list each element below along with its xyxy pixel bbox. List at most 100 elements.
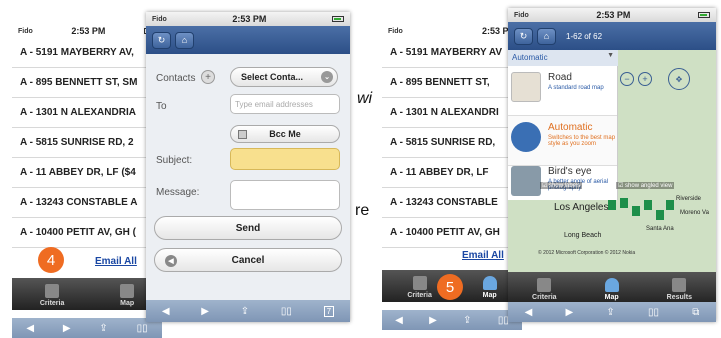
tab-criteria[interactable]: Criteria (532, 278, 557, 301)
clock: 2:53 PM (71, 26, 106, 36)
map-marker-icon (644, 200, 652, 210)
map-label-los-angeles: Los Angeles (554, 202, 609, 213)
back-icon[interactable]: ◀ (162, 306, 170, 317)
nav-bar: ↻ ⌂ (146, 26, 350, 54)
battery-icon (331, 16, 344, 22)
list-item[interactable]: A - 895 BENNETT ST, SM (12, 68, 162, 98)
list-item[interactable]: A - 5191 MAYBERRY AV (382, 38, 522, 68)
back-circle-icon: ◀ (165, 255, 177, 267)
bookmarks-icon[interactable]: ▯▯ (137, 323, 148, 334)
home-button[interactable]: ⌂ (537, 27, 556, 45)
list-item[interactable]: A - 895 BENNETT ST, (382, 68, 522, 98)
forward-icon[interactable]: ▶ (429, 315, 437, 326)
browser-toolbar: ◀ ▶ ⇪ ▯▯ (12, 318, 162, 338)
zoom-in-icon[interactable]: + (638, 72, 652, 86)
tabs-icon[interactable]: ⧉ (692, 307, 699, 318)
tab-map[interactable]: Map (604, 278, 619, 301)
cancel-button[interactable]: ◀ Cancel (154, 248, 342, 272)
forward-icon[interactable]: ▶ (566, 307, 574, 318)
forward-icon[interactable]: ▶ (201, 306, 209, 317)
list-item[interactable]: A - 5191 MAYBERRY AV, (12, 38, 162, 68)
birds-eye-icon (511, 166, 541, 196)
map-option-birds-eye[interactable]: Bird's eye A better angle of aerial phot… (508, 160, 617, 200)
bookmarks-icon[interactable]: ▯▯ (281, 306, 292, 317)
refresh-button[interactable]: ↻ (152, 31, 171, 49)
forward-icon[interactable]: ▶ (63, 323, 71, 334)
list-item[interactable]: A - 11 ABBEY DR, LF ($4 (12, 158, 162, 188)
share-icon[interactable]: ⇪ (463, 315, 471, 326)
step-badge: 5 (437, 274, 463, 300)
zoom-out-icon[interactable]: − (620, 72, 634, 86)
back-icon[interactable]: ◀ (525, 307, 533, 318)
battery-icon (697, 12, 710, 18)
map-marker-icon (608, 200, 616, 210)
criteria-icon (537, 278, 552, 292)
back-icon[interactable]: ◀ (26, 323, 34, 334)
share-icon[interactable]: ⇪ (241, 306, 249, 317)
select-contacts-dropdown[interactable]: Select Conta... ⌄ (230, 67, 338, 87)
list-item[interactable]: A - 10400 PETIT AV, GH (382, 218, 522, 248)
criteria-icon (45, 284, 60, 298)
tab-map[interactable]: Map (482, 276, 497, 299)
chevron-down-icon: ▼ (607, 52, 614, 59)
status-bar: Fido 2:53 PM (382, 24, 522, 38)
to-input[interactable]: Type email addresses (230, 94, 340, 114)
share-icon[interactable]: ⇪ (99, 323, 107, 334)
map-label-moreno: Moreno Va (680, 210, 709, 216)
step-badge: 4 (38, 247, 64, 273)
partial-text-re: re (355, 202, 370, 219)
status-bar: Fido 2:53 PM (508, 8, 716, 22)
message-input[interactable] (230, 180, 340, 210)
list-item[interactable]: A - 5815 SUNRISE RD, 2 (12, 128, 162, 158)
pan-control-icon[interactable]: ✥ (668, 68, 690, 90)
list-item[interactable]: A - 1301 N ALEXANDRIA (12, 98, 162, 128)
result-count: 1-62 of 62 (566, 31, 603, 41)
bcc-me-toggle[interactable]: Bcc Me (230, 125, 340, 143)
status-bar: Fido 2:53 PM (146, 12, 350, 26)
map-option-road[interactable]: Road A standard road map (508, 66, 617, 116)
partial-text-wi: wi (357, 90, 373, 107)
road-map-icon (511, 72, 541, 102)
send-button[interactable]: Send (154, 216, 342, 240)
chevron-down-icon: ⌄ (321, 71, 333, 83)
map-pin-icon (604, 278, 619, 292)
list-item[interactable]: A - 13243 CONSTABLE (382, 188, 522, 218)
carrier-label: Fido (514, 11, 529, 19)
map-area[interactable]: Automatic ▼ Road A standard road map Aut… (508, 50, 716, 272)
map-marker-icon (632, 206, 640, 216)
browser-toolbar: ◀ ▶ ⇪ ▯▯ (382, 310, 522, 330)
email-all-link[interactable]: Email All (462, 250, 504, 261)
back-icon[interactable]: ◀ (395, 315, 403, 326)
share-icon[interactable]: ⇪ (606, 307, 614, 318)
tab-criteria[interactable]: Criteria (407, 276, 432, 299)
list-item[interactable]: A - 13243 CONSTABLE A (12, 188, 162, 218)
bookmarks-icon[interactable]: ▯▯ (648, 307, 659, 318)
list-item[interactable]: A - 1301 N ALEXANDRI (382, 98, 522, 128)
add-contact-icon[interactable]: + (201, 70, 215, 84)
tab-criteria[interactable]: Criteria (40, 284, 64, 307)
subject-input[interactable] (230, 148, 340, 170)
nav-bar: ↻ ⌂ 1-62 of 62 (508, 22, 716, 50)
carrier-label: Fido (388, 27, 403, 35)
tab-map[interactable]: Map (120, 284, 135, 307)
message-label: Message: (156, 187, 200, 198)
show-labels-checkbox[interactable]: ☑ show labels (540, 182, 583, 189)
globe-icon (511, 122, 541, 152)
tabs-icon[interactable]: 7 (323, 305, 335, 317)
home-button[interactable]: ⌂ (175, 31, 194, 49)
email-all-link[interactable]: Email All (95, 256, 137, 267)
map-marker-icon (620, 198, 628, 208)
map-style-dropdown[interactable]: Automatic ▼ (508, 50, 618, 66)
map-label-long-beach: Long Beach (564, 232, 602, 239)
list-item[interactable]: A - 11 ABBEY DR, LF (382, 158, 522, 188)
list-item[interactable]: A - 10400 PETIT AV, GH ( (12, 218, 162, 248)
map-phone: Fido 2:53 PM ↻ ⌂ 1-62 of 62 Automatic ▼ … (508, 8, 716, 322)
map-label-riverside: Riverside (676, 196, 702, 202)
browser-toolbar: ◀ ▶ ⇪ ▯▯ ⧉ (508, 302, 716, 322)
tab-results[interactable]: Results (667, 278, 692, 301)
map-option-automatic[interactable]: Automatic Switches to the best map style… (508, 116, 617, 166)
refresh-button[interactable]: ↻ (514, 27, 533, 45)
list-item[interactable]: A - 5815 SUNRISE RD, (382, 128, 522, 158)
subject-label: Subject: (156, 155, 193, 166)
show-angled-checkbox[interactable]: ☑ show angled view (616, 182, 675, 189)
